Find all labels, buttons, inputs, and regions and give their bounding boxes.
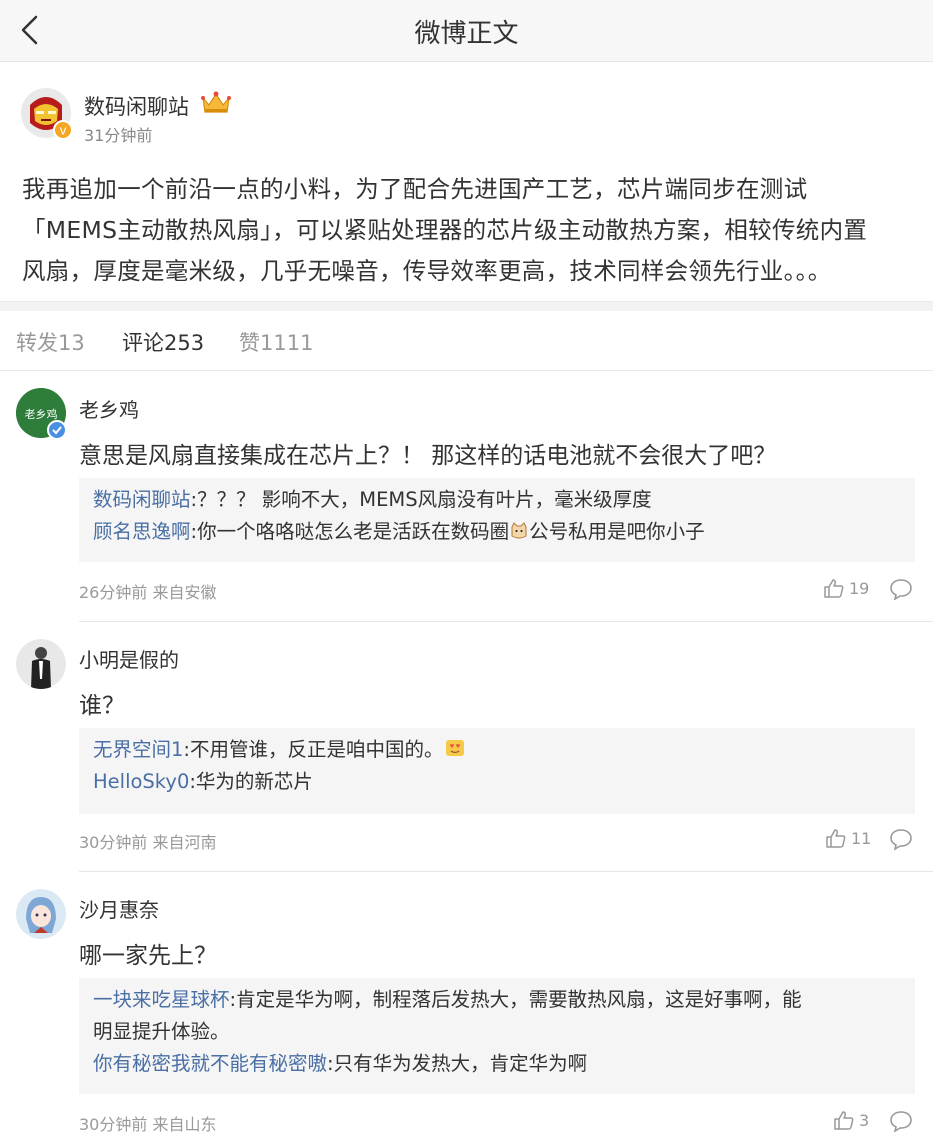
reply-text: 明显提升体验。 (93, 1020, 230, 1043)
like-button[interactable]: 19 (823, 578, 869, 598)
reply-box[interactable]: 无界空间1:不用管谁，反正是咱中国的。 HelloSky0:华为的新芯片 (79, 728, 915, 814)
reply-text: :华为的新芯片 (189, 770, 313, 793)
reply-text: 公号私用是吧你小子 (529, 520, 705, 543)
commenter-name[interactable]: 小明是假的 (79, 644, 179, 673)
comment-reply-icon[interactable] (889, 1110, 913, 1133)
reply-user[interactable]: 数码闲聊站 (93, 488, 191, 511)
comment-reply-icon[interactable] (889, 828, 913, 851)
like-count: 3 (859, 1110, 870, 1130)
tab-comments[interactable]: 评论253 (122, 327, 204, 357)
reply-item: HelloSky0:华为的新芯片 (93, 766, 901, 798)
reply-user[interactable]: 顾名思逸啊 (93, 520, 191, 543)
reply-item: 你有秘密我就不能有秘密嗷:只有华为发热大，肯定华为啊 (93, 1048, 901, 1080)
comment-text: 意思是风扇直接集成在芯片上？！ 那这样的话电池就不会很大了吧？ (79, 443, 777, 469)
reply-text: :肯定是华为啊，制程落后发热大，需要散热风扇，这是好事啊，能 (229, 988, 802, 1011)
reply-user[interactable]: HelloSky0 (93, 770, 189, 793)
section-divider (0, 301, 933, 311)
crown-icon (200, 90, 232, 116)
thumbs-up-icon (834, 1111, 854, 1130)
like-button[interactable]: 3 (833, 1110, 869, 1130)
commenter-name[interactable]: 老乡鸡 (79, 394, 139, 423)
post-time: 31分钟前 (84, 126, 153, 145)
like-count: 19 (849, 578, 870, 598)
thumbs-up-icon (826, 829, 846, 848)
post-line: 「MEMS主动散热风扇」，可以紧贴处理器的芯片级主动散热方案，相较传统内置 (22, 216, 868, 244)
comment-item: 小明是假的 谁？ 无界空间1:不用管谁，反正是咱中国的。 HelloSky0:华… (0, 622, 933, 872)
reply-user[interactable]: 无界空间1 (93, 738, 183, 761)
tab-repost[interactable]: 转发13 (16, 327, 85, 357)
reply-item: 数码闲聊站:？？？ 影响不大，MEMS风扇没有叶片，毫米级厚度 (93, 484, 901, 516)
heart-eyes-emoji-icon (444, 736, 466, 756)
commenter-avatar[interactable] (16, 889, 66, 939)
comment-item: 老乡鸡 老乡鸡 意思是风扇直接集成在芯片上？！ 那这样的话电池就不会很大了吧？ … (0, 372, 933, 622)
svg-text:老乡鸡: 老乡鸡 (25, 407, 58, 421)
reply-item: 顾名思逸啊:你一个咯咯哒怎么老是活跃在数码圈 公号私用是吧你小子 (93, 516, 901, 548)
reply-box[interactable]: 一块来吃星球杯:肯定是华为啊，制程落后发热大，需要散热风扇，这是好事啊，能明显提… (79, 978, 915, 1094)
comment-meta: 30分钟前 来自山东 (79, 1115, 217, 1134)
post-line: 风扇，厚度是毫米级，几乎无噪音，传导效率更高，技术同样会领先行业。。。 (22, 257, 832, 285)
reply-item: 无界空间1:不用管谁，反正是咱中国的。 (93, 734, 901, 766)
interaction-tabs: 转发13 评论253 赞1111 (0, 311, 933, 371)
like-button[interactable]: 11 (825, 828, 871, 848)
author-name[interactable]: 数码闲聊站 (84, 91, 189, 121)
reply-item: 一块来吃星球杯:肯定是华为啊，制程落后发热大，需要散热风扇，这是好事啊，能明显提… (93, 984, 901, 1048)
cat-emoji-icon (509, 519, 529, 539)
reply-user[interactable]: 一块来吃星球杯 (93, 988, 230, 1011)
post-content: 我再追加一个前沿一点的小料，为了配合先进国产工艺，芯片端同步在测试 「MEMS主… (22, 169, 918, 292)
comment-meta: 30分钟前 来自河南 (79, 833, 217, 852)
weibo-post: v 数码闲聊站 31分钟前 我再追加一个前沿一点的小料，为了配合先进国产工艺，芯… (0, 63, 933, 301)
page-title: 微博正文 (414, 19, 519, 49)
reply-user[interactable]: 你有秘密我就不能有秘密嗷 (93, 1052, 327, 1075)
top-bar: 微博正文 (0, 0, 933, 62)
post-line: 我再追加一个前沿一点的小料，为了配合先进国产工艺，芯片端同步在测试 (22, 175, 808, 203)
svg-text:v: v (59, 124, 66, 138)
commenter-name[interactable]: 沙月惠奈 (79, 894, 159, 923)
reply-text: :？？？ 影响不大，MEMS风扇没有叶片，毫米级厚度 (190, 488, 652, 511)
comment-reply-icon[interactable] (889, 578, 913, 601)
commenter-avatar[interactable] (16, 639, 66, 689)
comment-text: 谁？ (79, 693, 125, 719)
comment-text: 哪一家先上？ (79, 943, 217, 969)
reply-text: :只有华为发热大，肯定华为啊 (327, 1052, 588, 1075)
reply-text: :你一个咯咯哒怎么老是活跃在数码圈 (190, 520, 510, 543)
author-avatar[interactable]: v (20, 87, 74, 141)
tab-likes[interactable]: 赞1111 (239, 327, 313, 357)
verified-badge-icon (47, 420, 67, 440)
comment-meta: 26分钟前 来自安徽 (79, 583, 217, 602)
thumbs-up-icon (824, 579, 844, 598)
reply-text: :不用管谁，反正是咱中国的。 (183, 738, 444, 761)
reply-box[interactable]: 数码闲聊站:？？？ 影响不大，MEMS风扇没有叶片，毫米级厚度 顾名思逸啊:你一… (79, 478, 915, 562)
like-count: 11 (851, 828, 872, 848)
comment-item: 沙月惠奈 哪一家先上？ 一块来吃星球杯:肯定是华为啊，制程落后发热大，需要散热风… (0, 872, 933, 1148)
